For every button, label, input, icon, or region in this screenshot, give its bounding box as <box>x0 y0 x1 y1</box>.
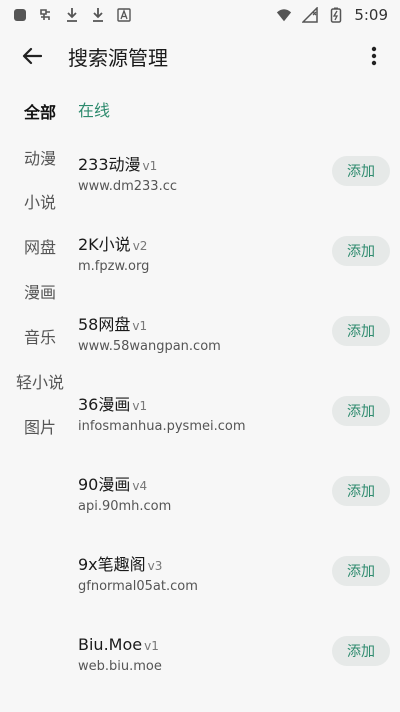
source-name: 2K小说 <box>78 235 131 254</box>
more-vert-icon <box>371 46 377 70</box>
source-url: infosmanhua.pysmei.com <box>78 419 246 434</box>
bug-icon <box>38 7 54 23</box>
add-button[interactable]: 添加 <box>332 236 390 266</box>
back-button[interactable] <box>16 42 48 74</box>
source-name-row: 233动漫 v1 <box>78 154 157 177</box>
source-url: api.90mh.com <box>78 499 172 514</box>
source-url: gfnormal05at.com <box>78 579 198 594</box>
list-item: 2K小说 v2 m.fpzw.org 添加 <box>78 234 400 298</box>
list-item: 90漫画 v4 api.90mh.com 添加 <box>78 474 400 538</box>
list-item: 36漫画 v1 infosmanhua.pysmei.com 添加 <box>78 394 400 458</box>
source-name: Biu.Moe <box>78 635 143 654</box>
source-version: v4 <box>132 479 148 493</box>
add-button[interactable]: 添加 <box>332 396 390 426</box>
status-bar: 5:09 <box>0 0 400 30</box>
add-button[interactable]: 添加 <box>332 636 390 666</box>
source-name: 90漫画 <box>78 475 131 494</box>
list-item: Biu.Moe v1 web.biu.moe 添加 <box>78 634 400 698</box>
sidebar-item-novel[interactable]: 小说 <box>0 192 80 214</box>
download-icon <box>64 7 80 23</box>
sidebar-item-all[interactable]: 全部 <box>0 102 80 124</box>
source-name: 58网盘 <box>78 315 131 334</box>
signal-icon <box>302 7 319 23</box>
battery-charging-icon <box>328 7 344 23</box>
sidebar-item-anime[interactable]: 动漫 <box>0 148 80 170</box>
source-url: www.58wangpan.com <box>78 339 221 354</box>
source-url: web.biu.moe <box>78 659 162 674</box>
source-version: v1 <box>144 639 159 653</box>
source-version: v1 <box>142 159 158 173</box>
status-left-icons <box>12 7 132 23</box>
source-version: v1 <box>132 399 148 413</box>
source-name-row: Biu.Moe v1 <box>78 634 159 657</box>
app-square-icon <box>12 7 28 23</box>
download-icon <box>90 7 106 23</box>
add-button[interactable]: 添加 <box>332 556 390 586</box>
source-name: 36漫画 <box>78 395 131 414</box>
list-item: 233动漫 v1 www.dm233.cc 添加 <box>78 154 400 218</box>
list-item: 58网盘 v1 www.58wangpan.com 添加 <box>78 314 400 378</box>
add-button[interactable]: 添加 <box>332 476 390 506</box>
sidebar-item-images[interactable]: 图片 <box>0 417 80 439</box>
arrow-left-icon <box>22 47 43 69</box>
source-name-row: 2K小说 v2 <box>78 234 147 257</box>
sidebar-item-music[interactable]: 音乐 <box>0 327 80 349</box>
source-name-row: 9x笔趣阁 v3 <box>78 554 162 577</box>
source-name: 233动漫 <box>78 155 141 174</box>
wifi-icon <box>276 7 292 23</box>
add-button[interactable]: 添加 <box>332 156 390 186</box>
source-name: 9x笔趣阁 <box>78 555 146 574</box>
source-version: v1 <box>132 319 148 333</box>
font-a-icon <box>116 7 132 23</box>
list-item: 9x笔趣阁 v3 gfnormal05at.com 添加 <box>78 554 400 618</box>
app-bar: 搜索源管理 <box>0 30 400 86</box>
more-options-button[interactable] <box>358 42 390 74</box>
add-button[interactable]: 添加 <box>332 316 390 346</box>
source-name-row: 90漫画 v4 <box>78 474 147 497</box>
sidebar-item-light-novel[interactable]: 轻小说 <box>0 372 80 394</box>
page-title: 搜索源管理 <box>68 46 168 70</box>
sidebar-item-comic[interactable]: 漫画 <box>0 282 80 304</box>
status-right-icons: 5:09 <box>276 6 388 24</box>
source-name-row: 58网盘 v1 <box>78 314 147 337</box>
sidebar-item-netdisk[interactable]: 网盘 <box>0 237 80 259</box>
section-label-online: 在线 <box>78 101 111 120</box>
source-version: v3 <box>147 559 163 573</box>
source-url: m.fpzw.org <box>78 259 150 274</box>
source-version: v2 <box>132 239 148 253</box>
source-url: www.dm233.cc <box>78 179 177 194</box>
source-name-row: 36漫画 v1 <box>78 394 147 417</box>
status-time: 5:09 <box>354 6 388 24</box>
